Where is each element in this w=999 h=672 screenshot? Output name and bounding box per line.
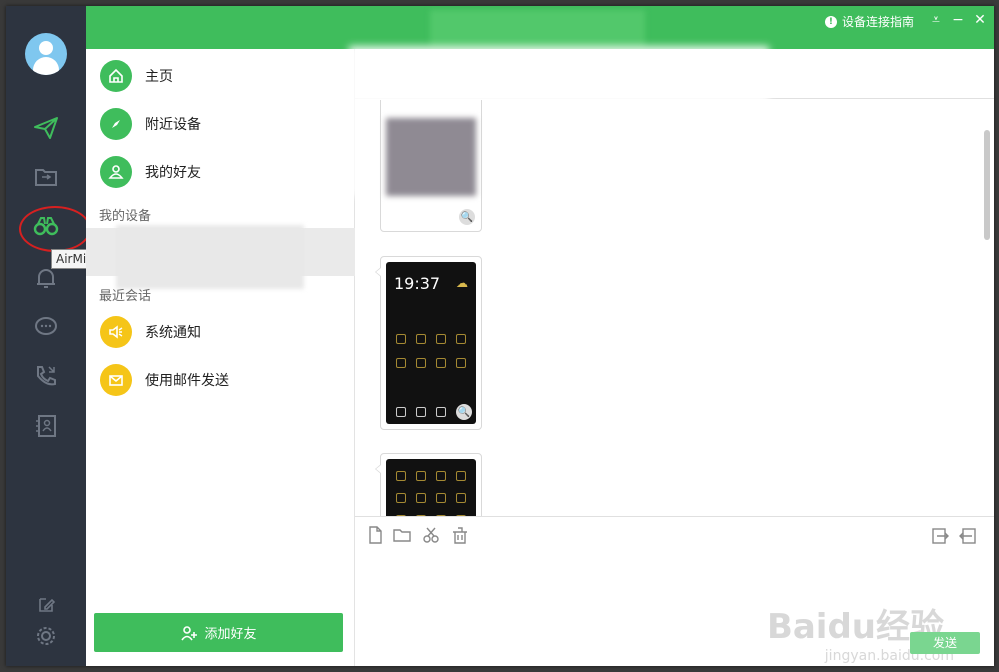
title-bar: ! 设备连接指南 ⩡ − ✕	[355, 6, 994, 49]
nav-header	[86, 6, 355, 49]
file-transfer-icon[interactable]	[30, 161, 62, 193]
connect-guide-label: 设备连接指南	[841, 15, 914, 29]
speaker-icon	[100, 316, 132, 348]
phone-clock: 19:37	[394, 274, 441, 293]
file-icon[interactable]	[365, 525, 385, 545]
my-devices-title: 我的设备	[99, 209, 152, 224]
avatar[interactable]	[25, 33, 67, 75]
zoom-icon[interactable]: 🔍	[456, 404, 472, 420]
recent-item-system-notice[interactable]: 系统通知	[100, 315, 201, 349]
minimize-icon[interactable]: −	[950, 12, 966, 28]
device-item-blurred	[116, 225, 304, 289]
add-friend-label: 添加好友	[204, 627, 257, 642]
send-button[interactable]: 发送	[910, 632, 980, 654]
bubble-tail	[375, 267, 381, 277]
contacts-icon[interactable]	[30, 410, 62, 442]
recent-title: 最近会话	[99, 289, 152, 304]
home-icon	[100, 60, 132, 92]
edit-icon[interactable]	[30, 589, 62, 621]
screenshot-thumb-blurred	[386, 118, 476, 196]
composer: Baidu经验 jingyan.baidu.com 发送	[355, 516, 994, 666]
add-friend-button[interactable]: 添加好友	[94, 613, 343, 652]
highlight-circle	[19, 206, 91, 252]
clipboard-in-icon[interactable]	[958, 525, 978, 545]
collapse-icon[interactable]: ⩡	[928, 12, 944, 28]
nav-item-label: 附近设备	[145, 117, 201, 133]
message-bubble[interactable]	[375, 453, 482, 516]
zoom-icon[interactable]: 🔍	[459, 209, 475, 225]
chat-icon[interactable]	[30, 311, 62, 343]
nav-item-home[interactable]: 主页	[100, 59, 173, 93]
message-bubble[interactable]: 🔍	[380, 100, 482, 232]
add-user-icon	[181, 625, 198, 640]
friends-icon	[100, 156, 132, 188]
connect-guide-link[interactable]: ! 设备连接指南	[824, 13, 914, 30]
device-name-blurred	[430, 10, 645, 48]
call-icon[interactable]	[30, 360, 62, 392]
close-icon[interactable]: ✕	[972, 12, 988, 28]
clear-icon[interactable]	[450, 525, 470, 545]
phone-screenshot[interactable]	[386, 459, 476, 516]
folder-icon[interactable]	[392, 525, 412, 545]
nav-item-nearby[interactable]: 附近设备	[100, 107, 201, 141]
mail-icon	[100, 364, 132, 396]
scrollbar[interactable]	[984, 130, 990, 240]
left-rail	[6, 6, 91, 666]
main-panel: ! 设备连接指南 ⩡ − ✕ 🔍 19:37 ☁ 🔍 Baidu经验 jingy…	[349, 6, 994, 666]
info-icon: !	[824, 15, 837, 28]
clipboard-out-icon[interactable]	[930, 525, 950, 545]
message-bubble[interactable]: 19:37 ☁ 🔍	[375, 256, 482, 430]
settings-icon[interactable]	[30, 620, 62, 652]
compass-icon	[100, 108, 132, 140]
app-window: AirMirror 主页 附近设备 我的好友 我的设备 最近会话 系统通知 使用…	[6, 6, 994, 666]
message-list[interactable]: 🔍 19:37 ☁ 🔍	[355, 100, 994, 516]
bubble-tail	[375, 464, 381, 474]
scissors-icon[interactable]	[421, 525, 441, 545]
nav-item-friends[interactable]: 我的好友	[100, 155, 201, 189]
recent-item-label: 系统通知	[145, 325, 201, 341]
recent-item-email[interactable]: 使用邮件发送	[100, 363, 229, 397]
recent-item-label: 使用邮件发送	[145, 373, 229, 389]
nav-item-label: 我的好友	[145, 165, 201, 181]
phone-screenshot[interactable]: 19:37 ☁ 🔍	[386, 262, 476, 424]
nav-panel: 主页 附近设备 我的好友 我的设备 最近会话 系统通知 使用邮件发送 添加好友	[86, 6, 355, 666]
send-icon[interactable]	[30, 112, 62, 144]
nav-item-label: 主页	[145, 69, 173, 85]
weather-icon: ☁	[456, 276, 468, 290]
